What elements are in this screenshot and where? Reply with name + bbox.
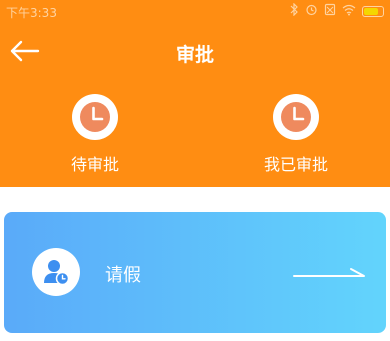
card-label: 请假	[105, 265, 141, 286]
tab-label: 待审批	[70, 155, 119, 174]
status-bar: 下午3:33	[0, 0, 390, 24]
sim-off-icon	[324, 3, 336, 19]
tab-label: 我已审批	[263, 155, 328, 174]
arrow-right-icon	[293, 268, 365, 277]
user-clock-icon	[32, 248, 80, 296]
alarm-icon	[305, 3, 318, 19]
bluetooth-icon	[289, 2, 299, 19]
clock-icon	[273, 94, 319, 140]
tab-approved-by-me[interactable]: 我已审批	[236, 94, 356, 175]
page-title: 审批	[175, 44, 214, 66]
wifi-icon	[342, 4, 356, 19]
status-icons	[289, 2, 384, 19]
header-bar: 下午3:33 审批 待审批 我已审批	[0, 0, 390, 187]
status-time: 下午3:33	[6, 6, 57, 20]
leave-request-card[interactable]: 请假	[4, 212, 386, 333]
tab-pending-approval[interactable]: 待审批	[35, 94, 155, 175]
battery-icon	[362, 5, 384, 17]
clock-icon	[72, 94, 118, 140]
